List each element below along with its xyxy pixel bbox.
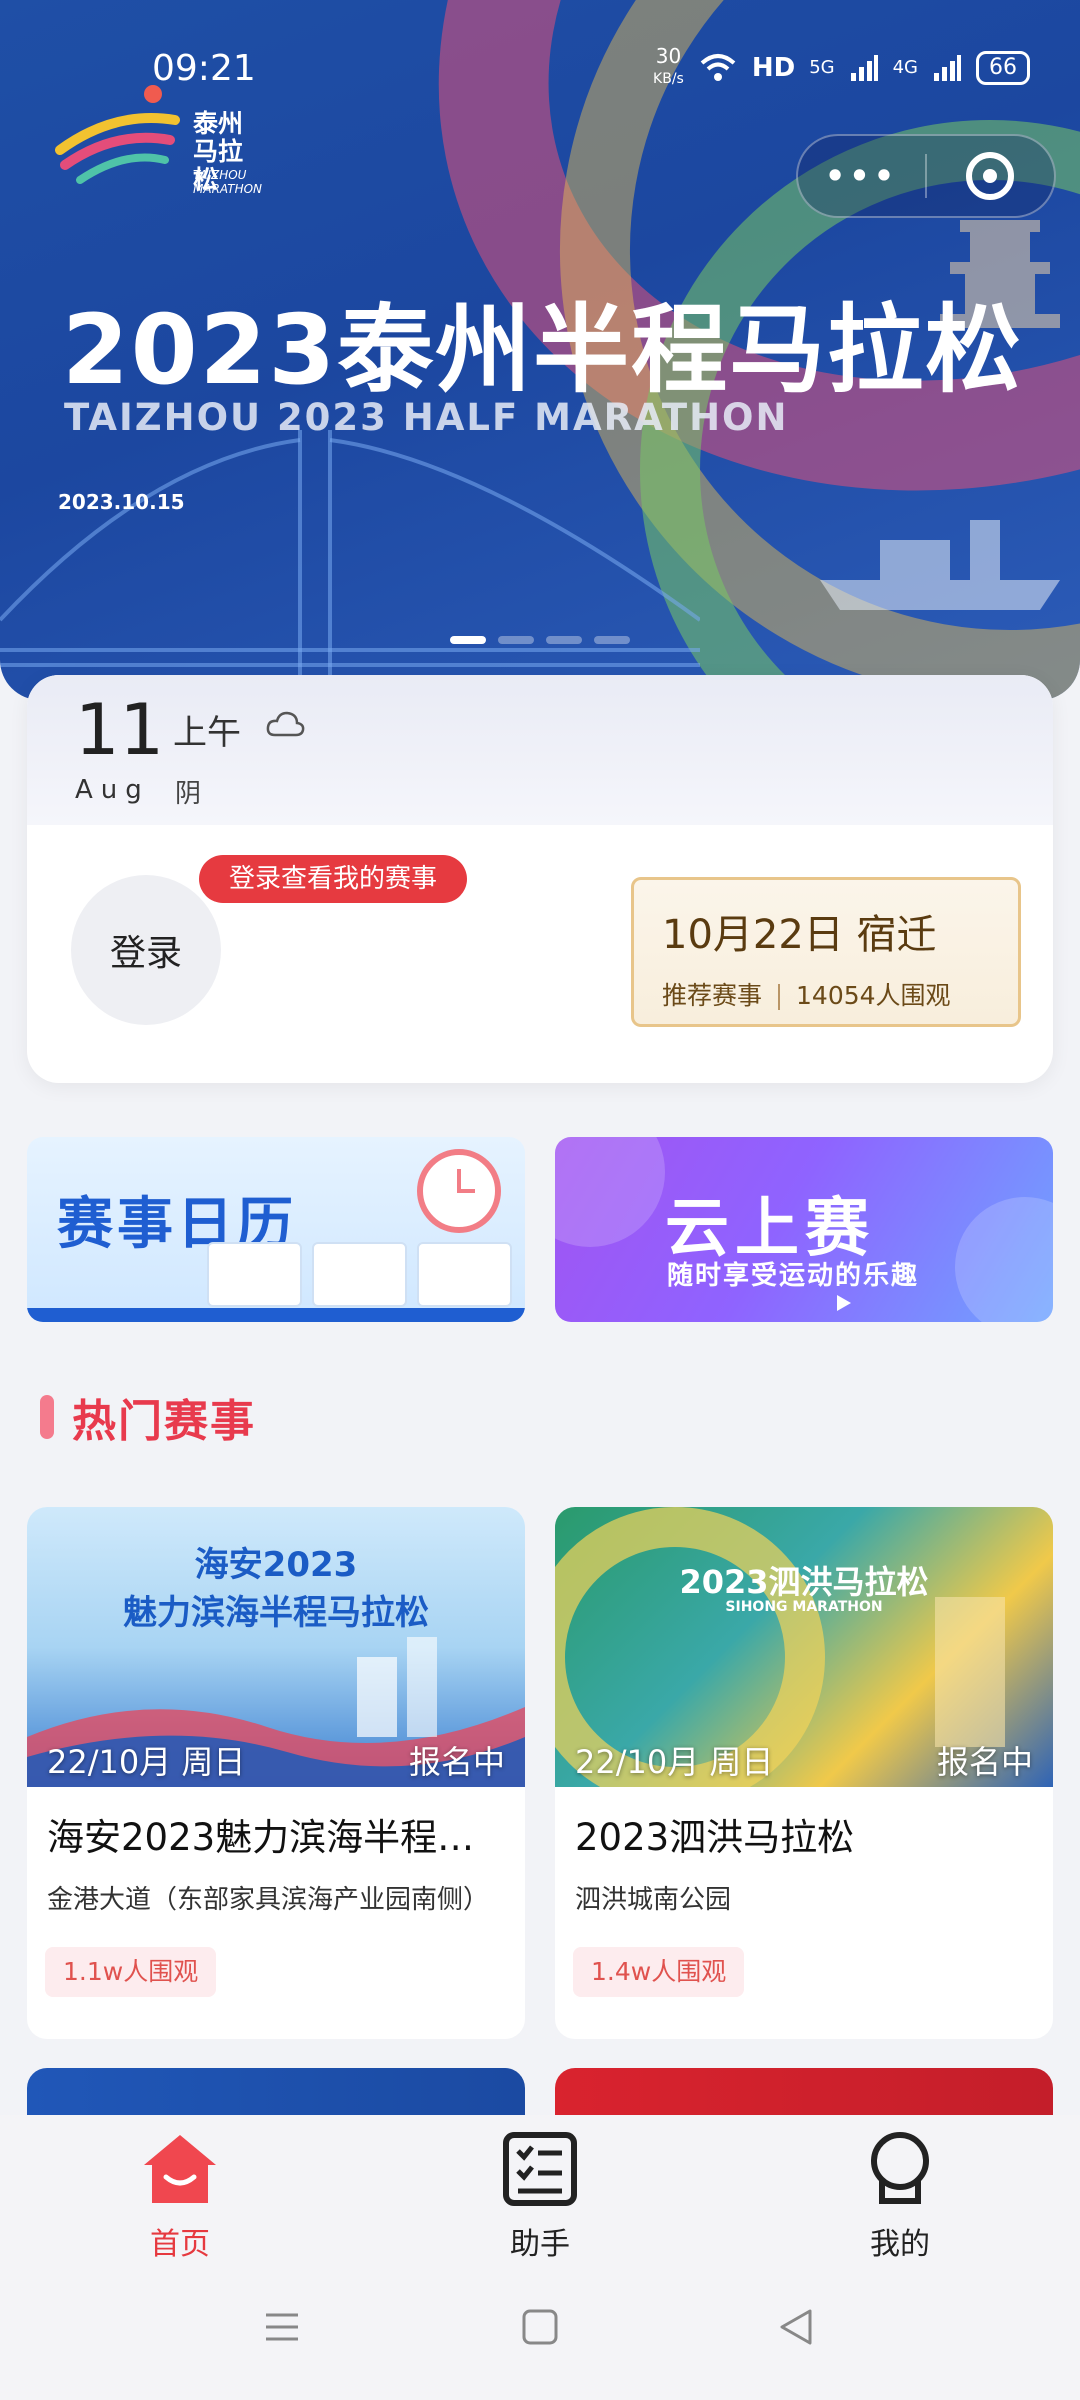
recommended-views: 14054人围观 <box>796 981 951 1010</box>
date-month: Aug <box>75 775 150 805</box>
section-marker <box>40 1395 54 1439</box>
poster-title-line2: SIHONG MARATHON <box>725 1599 883 1615</box>
event-views: 1.4w人围观 <box>573 1947 745 1997</box>
battery-indicator: 66 <box>976 50 1030 85</box>
hero-banner[interactable]: 09:21 30 KB/s HD 5G 4G 66 泰州马拉松 TAIZHOU … <box>0 0 1080 700</box>
bridge-illustration <box>0 430 700 680</box>
recommended-event-card[interactable]: 10月22日 宿迁 推荐赛事 14054人围观 <box>631 877 1021 1027</box>
calendar-sheet-icon <box>417 1242 512 1307</box>
cloud-icon <box>266 711 305 737</box>
meta-divider <box>778 984 781 1010</box>
recommended-meta: 推荐赛事 14054人围观 <box>662 976 951 1012</box>
status-icons: 30 KB/s HD 5G 4G 66 <box>653 46 1030 89</box>
network-5g: 5G <box>809 57 835 78</box>
banner-subtitle: TAIZHOU 2023 HALF MARATHON <box>64 396 789 439</box>
marathon-logo: 泰州马拉松 TAIZHOU MARATHON <box>55 80 275 196</box>
event-name: 海安2023魅力滨海半程… <box>47 1816 475 1859</box>
tab-assistant-label: 助手 <box>510 2227 570 2262</box>
poster-title-line1: 海安2023 <box>194 1545 358 1585</box>
hd-indicator: HD <box>751 52 796 83</box>
tab-home[interactable]: 首页 <box>80 2129 280 2262</box>
clock-icon <box>417 1149 501 1233</box>
poster-title-line2: 魅力滨海半程马拉松 <box>123 1593 429 1633</box>
section-title: 热门赛事 <box>72 1396 256 1447</box>
event-location: 金港大道（东部家具滨海产业园南侧） <box>47 1885 490 1915</box>
tab-assistant[interactable]: 助手 <box>440 2129 640 2262</box>
play-icon <box>837 1295 851 1311</box>
cloud-race-tile[interactable]: 云上赛 随时享受运动的乐趣 <box>555 1137 1053 1322</box>
ship-illustration <box>820 520 1060 610</box>
profile-icon <box>871 2132 929 2204</box>
calendar-sheet-icon <box>312 1242 407 1307</box>
time-period: 上午 <box>173 713 241 753</box>
carousel-dot-active[interactable] <box>450 636 486 644</box>
checklist-icon <box>503 2132 577 2206</box>
event-date: 22/10月 周日 <box>47 1743 246 1781</box>
bottom-tab-bar: 首页 助手 我的 <box>0 2115 1080 2265</box>
banner-title: 2023泰州半程马拉松 <box>62 294 1024 406</box>
date-weather-strip: 11 上午 Aug 阴 <box>27 675 1053 825</box>
network-speed: 30 KB/s <box>653 44 684 87</box>
login-button[interactable]: 登录 <box>71 875 221 1025</box>
hot-events-header: 热门赛事 <box>40 1385 256 1449</box>
event-poster: 海安2023 魅力滨海半程马拉松 22/10月 周日 报名中 <box>27 1507 525 1787</box>
event-status: 报名中 <box>936 1743 1033 1781</box>
runner-logo-icon <box>55 85 180 184</box>
carousel-dot[interactable] <box>546 636 582 644</box>
event-card[interactable]: 2023泗洪马拉松 SIHONG MARATHON 22/10月 周日 报名中 … <box>555 1507 1053 2039</box>
tile-bubble-decoration <box>555 1137 665 1247</box>
miniprogram-capsule: ••• <box>796 134 1056 218</box>
back-icon[interactable] <box>776 2307 816 2347</box>
event-date: 22/10月 周日 <box>575 1743 774 1781</box>
system-navigation-bar <box>0 2265 1080 2400</box>
close-target-icon <box>966 152 1015 200</box>
login-hint-bubble[interactable]: 登录查看我的赛事 <box>199 855 468 903</box>
banner-date: 2023.10.15 <box>58 490 185 514</box>
app-screen: 09:21 30 KB/s HD 5G 4G 66 泰州马拉松 TAIZHOU … <box>0 0 1080 2400</box>
signal-icon <box>934 54 961 81</box>
home-square-icon[interactable] <box>520 2307 560 2347</box>
weather-text: 阴 <box>175 779 202 809</box>
poster-title-line1: 2023泗洪马拉松 <box>679 1563 929 1601</box>
user-info-card: 11 上午 Aug 阴 登录 登录查看我的赛事 10月22日 宿迁 推荐赛事 14… <box>27 675 1053 1083</box>
carousel-dot[interactable] <box>498 636 534 644</box>
event-views: 1.1w人围观 <box>45 1947 217 1997</box>
carousel-dot[interactable] <box>594 636 630 644</box>
event-poster: 2023泗洪马拉松 SIHONG MARATHON 22/10月 周日 报名中 <box>555 1507 1053 1787</box>
network-4g: 4G <box>892 57 918 78</box>
event-name: 2023泗洪马拉松 <box>575 1816 855 1859</box>
tile-stripe <box>27 1308 525 1322</box>
more-button[interactable]: ••• <box>798 157 925 195</box>
recommended-date-city: 10月22日 宿迁 <box>662 912 937 958</box>
logo-en-text: TAIZHOU MARATHON <box>193 168 263 196</box>
event-card[interactable]: 海安2023 魅力滨海半程马拉松 22/10月 周日 报名中 海安2023魅力滨… <box>27 1507 525 2039</box>
close-button[interactable] <box>927 152 1054 200</box>
date-day: 11 <box>75 689 165 771</box>
signal-icon <box>850 54 878 81</box>
tile-bubble-decoration <box>955 1197 1053 1322</box>
event-location: 泗洪城南公园 <box>575 1885 732 1915</box>
tab-home-label: 首页 <box>150 2227 210 2262</box>
wifi-icon <box>700 53 736 81</box>
home-icon <box>144 2135 216 2203</box>
cloud-tile-subtitle: 随时享受运动的乐趣 <box>667 1261 920 1291</box>
recommended-tag: 推荐赛事 <box>662 981 763 1010</box>
tab-mine[interactable]: 我的 <box>800 2129 1000 2262</box>
tab-mine-label: 我的 <box>870 2227 930 2262</box>
carousel-indicator <box>450 636 630 644</box>
calendar-sheet-icon <box>207 1242 302 1307</box>
event-calendar-tile[interactable]: 赛事日历 <box>27 1137 525 1322</box>
event-status: 报名中 <box>408 1743 505 1781</box>
menu-icon[interactable] <box>262 2307 302 2347</box>
